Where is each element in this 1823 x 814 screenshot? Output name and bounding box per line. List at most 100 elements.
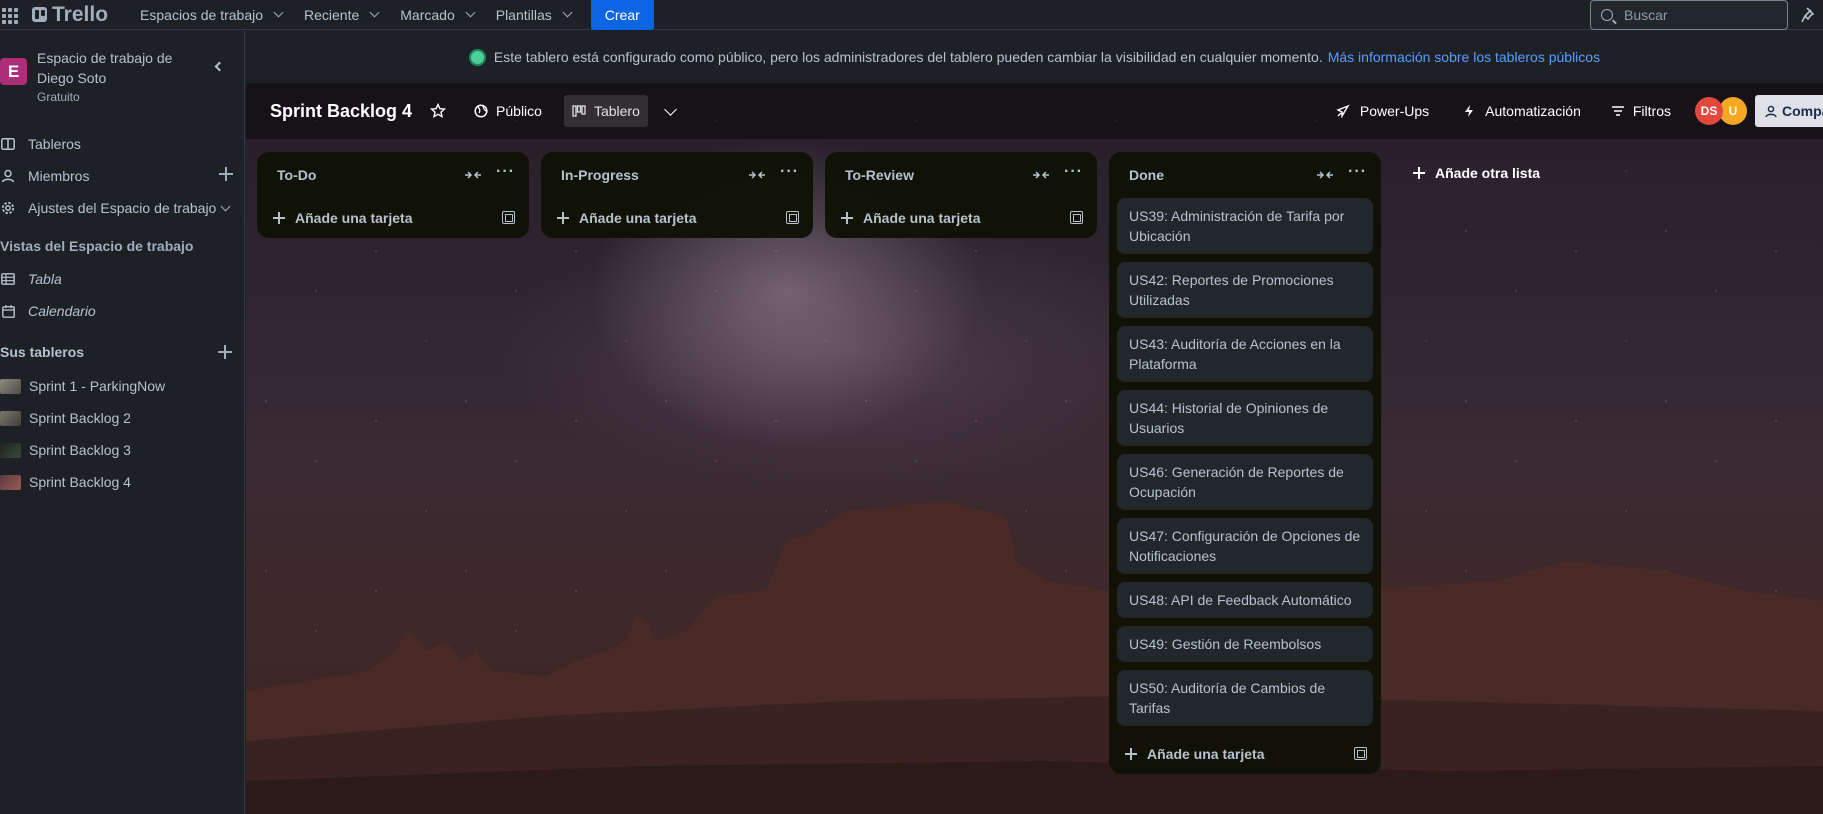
nav-templates-menu[interactable]: Plantillas <box>486 0 583 30</box>
sidebar-item-label: Tabla <box>28 271 62 287</box>
list-header[interactable]: To-Do ··· <box>257 152 529 198</box>
sidebar-item-members[interactable]: Miembros <box>0 161 245 191</box>
board-view-label: Tablero <box>593 103 640 119</box>
card[interactable]: US39: Administración de Tarifa por Ubica… <box>1117 198 1373 254</box>
sidebar-board-item[interactable]: Sprint Backlog 3 <box>0 435 245 465</box>
filter-icon <box>1611 106 1624 116</box>
sidebar-view-calendar[interactable]: Calendario <box>0 296 245 326</box>
nav-recent-menu[interactable]: Reciente <box>294 0 390 30</box>
card[interactable]: US47: Configuración de Opciones de Notif… <box>1117 518 1373 574</box>
visibility-button[interactable]: Público <box>466 95 550 127</box>
power-ups-button[interactable]: Power-Ups <box>1328 95 1437 127</box>
chevron-down-icon <box>273 7 284 18</box>
sidebar-item-boards[interactable]: Tableros <box>0 129 245 159</box>
list-menu-icon[interactable]: ··· <box>780 163 799 181</box>
list-menu-icon[interactable]: ··· <box>1064 163 1083 181</box>
trello-logo[interactable]: Trello <box>32 3 108 27</box>
public-boards-info-link[interactable]: Más información sobre los tableros públi… <box>1328 49 1600 65</box>
board-members: DS U <box>1695 97 1747 125</box>
workspace-avatar[interactable]: E <box>0 58 27 85</box>
add-card-label: Añade una tarjeta <box>295 210 413 226</box>
card[interactable]: US43: Auditoría de Acciones en la Plataf… <box>1117 326 1373 382</box>
collapse-list-icon[interactable] <box>1316 169 1334 181</box>
list-title[interactable]: To-Do <box>277 167 464 183</box>
board-view-button[interactable]: Tablero <box>563 95 648 127</box>
collapse-list-icon[interactable] <box>464 169 482 181</box>
nav-label: Plantillas <box>495 6 552 23</box>
board-thumbnail <box>0 474 21 490</box>
globe-icon <box>468 48 486 66</box>
list-title[interactable]: In-Progress <box>561 167 748 183</box>
search-input[interactable]: Buscar <box>1590 0 1788 30</box>
list-header[interactable]: To-Review ··· <box>825 152 1097 198</box>
list-done: Done ··· US39: Administración de Tarifa … <box>1109 152 1381 774</box>
visibility-label: Público <box>496 103 542 119</box>
collapse-sidebar-button[interactable] <box>206 55 228 77</box>
sidebar-board-item[interactable]: Sprint 1 - ParkingNow <box>0 371 245 401</box>
add-card-button[interactable]: Añade una tarjeta <box>1109 734 1381 774</box>
add-another-list-button[interactable]: Añade otra lista <box>1399 153 1671 193</box>
add-card-button[interactable]: Añade una tarjeta <box>257 198 529 238</box>
card[interactable]: US46: Generación de Reportes de Ocupació… <box>1117 454 1373 510</box>
card-template-icon[interactable] <box>502 211 515 224</box>
add-card-button[interactable]: Añade una tarjeta <box>541 198 813 238</box>
list-menu-icon[interactable]: ··· <box>496 163 515 181</box>
automation-label: Automatización <box>1485 103 1581 119</box>
board-title[interactable]: Sprint Backlog 4 <box>270 101 412 122</box>
board-canvas: Este tablero está configurado como públi… <box>246 31 1823 814</box>
your-boards-title: Sus tableros <box>0 344 85 360</box>
app-switcher-icon[interactable] <box>0 6 18 24</box>
filters-label: Filtros <box>1632 103 1671 119</box>
add-list-label: Añade otra lista <box>1435 165 1541 181</box>
avatar[interactable]: DS <box>1695 97 1723 125</box>
search-icon <box>1601 9 1613 21</box>
automation-button[interactable]: Automatización <box>1455 95 1589 127</box>
list-title[interactable]: Done <box>1129 167 1316 183</box>
collapse-list-icon[interactable] <box>1032 169 1050 181</box>
workspace-name[interactable]: Espacio de trabajo de Diego Soto <box>37 48 187 88</box>
search-placeholder: Buscar <box>1624 7 1668 23</box>
nav-starred-menu[interactable]: Marcado <box>390 0 485 30</box>
board-thumbnail <box>0 378 21 394</box>
add-card-button[interactable]: Añade una tarjeta <box>825 198 1097 238</box>
collapse-list-icon[interactable] <box>748 169 766 181</box>
create-button[interactable]: Crear <box>590 0 654 30</box>
workspace-header: E Espacio de trabajo de Diego Soto Gratu… <box>0 31 244 111</box>
card[interactable]: US48: API de Feedback Automático <box>1117 582 1373 618</box>
sidebar-item-workspace-settings[interactable]: Ajustes del Espacio de trabajo <box>0 193 245 223</box>
card-template-icon[interactable] <box>786 211 799 224</box>
list-title[interactable]: To-Review <box>845 167 1032 183</box>
card[interactable]: US50: Auditoría de Cambios de Tarifas <box>1117 670 1373 726</box>
list-menu-icon[interactable]: ··· <box>1348 163 1367 181</box>
chevron-down-icon <box>562 7 573 18</box>
pin-icon[interactable] <box>1800 6 1818 24</box>
card-template-icon[interactable] <box>1070 211 1083 224</box>
sidebar-view-table[interactable]: Tabla <box>0 264 245 294</box>
chevron-down-icon <box>220 201 231 211</box>
share-label: Compartir <box>1782 103 1823 119</box>
calendar-icon <box>0 303 16 319</box>
sidebar-board-item[interactable]: Sprint Backlog 4 <box>0 467 245 497</box>
add-board-icon[interactable] <box>218 345 232 359</box>
sidebar-item-label: Calendario <box>28 303 96 319</box>
filters-button[interactable]: Filtros <box>1603 95 1679 127</box>
gear-icon <box>0 200 16 216</box>
add-card-label: Añade una tarjeta <box>1147 746 1265 762</box>
switch-view-button[interactable] <box>654 95 683 127</box>
plus-icon <box>1125 748 1137 760</box>
list-header[interactable]: In-Progress ··· <box>541 152 813 198</box>
card-template-icon[interactable] <box>1354 747 1367 760</box>
list-header[interactable]: Done ··· <box>1109 152 1381 198</box>
sidebar-board-item[interactable]: Sprint Backlog 2 <box>0 403 245 433</box>
notice-text: Este tablero está configurado como públi… <box>493 49 1323 65</box>
star-board-icon[interactable] <box>430 103 447 119</box>
globe-outline-icon <box>474 104 488 118</box>
avatar[interactable]: U <box>1719 97 1747 125</box>
card[interactable]: US44: Historial de Opiniones de Usuarios <box>1117 390 1373 446</box>
add-member-icon[interactable] <box>219 167 233 181</box>
card[interactable]: US49: Gestión de Reembolsos <box>1117 626 1373 662</box>
card[interactable]: US42: Reportes de Promociones Utilizadas <box>1117 262 1373 318</box>
nav-workspaces-menu[interactable]: Espacios de trabajo <box>130 0 294 30</box>
share-button[interactable]: Compartir <box>1755 95 1823 127</box>
chevron-down-icon <box>369 7 380 18</box>
